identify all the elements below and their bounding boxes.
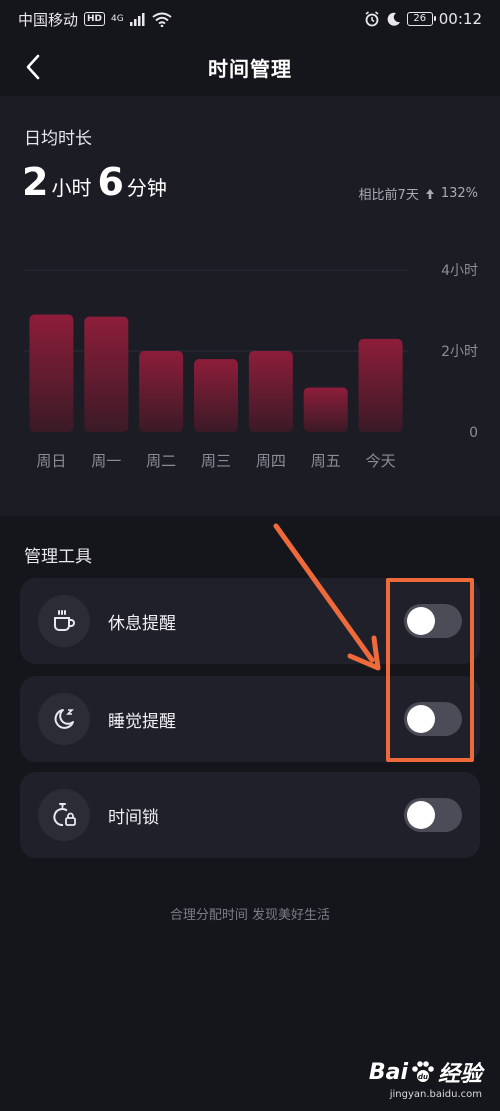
watermark-url: jingyan.baidu.com (389, 1089, 482, 1100)
y-tick-label: 2小时 (441, 344, 478, 360)
chart-bar (358, 338, 403, 432)
time-lock-label: 时间锁 (108, 807, 159, 828)
status-left: 中国移动 HD 4G (18, 9, 172, 30)
stopwatch-lock-icon (53, 803, 76, 827)
chevron-left-icon (26, 54, 40, 80)
rest-reminder-label: 休息提醒 (108, 613, 176, 634)
page-title: 时间管理 (208, 56, 292, 81)
watermark-logo-text: Bai (368, 1059, 408, 1085)
arrow-up-icon (425, 188, 434, 199)
minutes-value: 6 (97, 160, 124, 204)
sleep-reminder-label: 睡觉提醒 (108, 711, 176, 732)
wifi-icon (152, 12, 172, 27)
do-not-disturb-moon-icon (387, 12, 400, 26)
chart-bar (303, 387, 348, 432)
chart-bar (248, 351, 293, 432)
toggle-knob (407, 801, 435, 829)
baidu-jingyan-watermark: Bai du 经验 jingyan.baidu.com (369, 1056, 482, 1101)
x-tick-label: 周日 (36, 452, 66, 470)
status-bar: 中国移动 HD 4G 26 00:12 (0, 0, 500, 38)
chart-bar (194, 359, 238, 432)
toggle-knob (407, 705, 435, 733)
watermark-logo-text-2: 经验 (437, 1062, 482, 1087)
slogan-text: 合理分配时间 发现美好生活 (169, 908, 331, 923)
alarm-clock-icon (365, 11, 379, 27)
hours-unit: 小时 (51, 176, 92, 200)
coffee-cup-icon (54, 610, 75, 631)
svg-text:du: du (418, 1073, 428, 1081)
toggle-knob (407, 607, 435, 635)
hd-badge: HD (84, 12, 106, 26)
hours-value: 2 (22, 160, 49, 204)
x-tick-label: 周三 (201, 452, 231, 470)
x-tick-label: 周五 (311, 452, 341, 470)
network-type: 4G (111, 14, 124, 24)
y-tick-label: 4小时 (441, 263, 478, 279)
status-time: 00:12 (438, 10, 482, 28)
watermark-logo: Bai du 经验 (369, 1056, 482, 1088)
status-right: 26 00:12 (364, 10, 482, 28)
chart-bar (84, 316, 129, 432)
rest-reminder-icon-wrap (38, 595, 90, 647)
comparison-percent: 132% (440, 186, 478, 201)
sleep-reminder-row[interactable]: 睡觉提醒 (20, 676, 480, 762)
sleep-reminder-toggle[interactable] (404, 702, 462, 736)
daily-average-label: 日均时长 (24, 129, 92, 149)
carrier-name: 中国移动 (18, 10, 79, 29)
signal-bars-icon (129, 13, 145, 26)
back-button[interactable] (16, 50, 50, 84)
comparison-info: 相比前7天 132% (359, 184, 478, 203)
paw-icon: du (412, 1061, 434, 1082)
sleep-reminder-icon-wrap (38, 693, 90, 745)
management-tools-section: 管理工具 休息提醒 睡觉提醒 时间锁 合理分配时间 发现美好生活 (0, 516, 500, 1111)
battery-level: 26 (413, 13, 427, 24)
battery-indicator: 26 (406, 12, 436, 26)
moon-sleep-icon (54, 709, 74, 729)
x-tick-label: 周一 (91, 452, 121, 470)
time-lock-icon-wrap (38, 789, 90, 841)
x-tick-label: 周二 (146, 452, 176, 470)
nav-bar: 时间管理 (0, 38, 500, 96)
x-tick-label: 周四 (256, 452, 286, 470)
rest-reminder-row[interactable]: 休息提醒 (20, 578, 480, 664)
time-lock-toggle[interactable] (404, 798, 462, 832)
x-tick-label: 今天 (366, 452, 396, 470)
time-lock-row[interactable]: 时间锁 (20, 772, 480, 858)
daily-usage-bar-chart: 周日 周一 周二 周三 周四 周五 今天 4小时 2小时 0 (24, 263, 478, 470)
chart-bar (139, 351, 184, 432)
tools-section-title: 管理工具 (24, 547, 92, 567)
daily-average-duration: 2 小时 6 分钟 (22, 160, 173, 204)
chart-bar (29, 314, 74, 432)
y-tick-label: 0 (469, 425, 478, 441)
comparison-label: 相比前7天 (358, 188, 419, 203)
rest-reminder-toggle[interactable] (404, 604, 462, 638)
minutes-unit: 分钟 (126, 176, 167, 200)
usage-summary-section: 日均时长 2 小时 6 分钟 相比前7天 132% 周日 周一 周二 周三 周四 周五 今天… (0, 96, 500, 516)
